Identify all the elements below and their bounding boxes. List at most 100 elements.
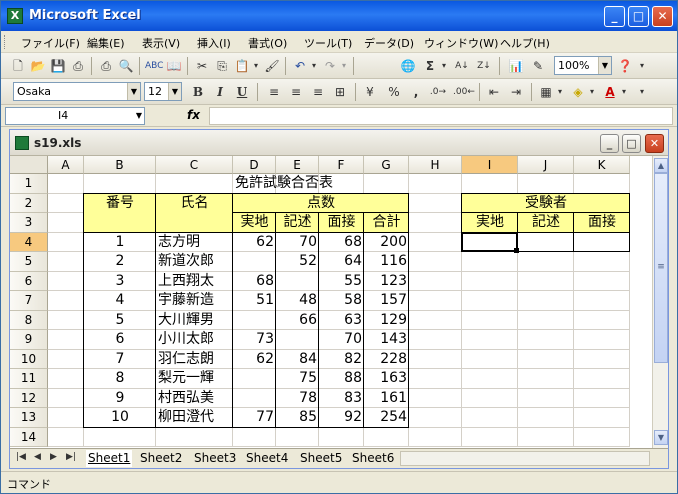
scroll-thumb[interactable]: ≡	[654, 173, 668, 363]
chevron-down-icon[interactable]: ▼	[127, 83, 140, 100]
borders-icon[interactable]: ▦	[537, 83, 555, 101]
excel-app-icon[interactable]: X	[7, 8, 23, 24]
increase-indent-icon[interactable]: ⇥	[507, 83, 525, 101]
row-header-12[interactable]: 12	[10, 388, 48, 408]
menu-format[interactable]: 書式(O)	[248, 35, 287, 51]
new-file-icon[interactable]: 🗋	[9, 57, 27, 75]
font-color-icon[interactable]: A	[601, 83, 619, 101]
menu-grip[interactable]	[4, 35, 7, 49]
tab-sheet5[interactable]: Sheet5	[298, 450, 344, 467]
chart-wizard-icon[interactable]: 📊	[507, 57, 525, 75]
column-header-f[interactable]: F	[319, 156, 364, 174]
scroll-down-icon[interactable]: ▼	[654, 430, 668, 445]
row-header-14[interactable]: 14	[10, 427, 48, 447]
spelling-icon[interactable]: ABC	[145, 57, 163, 75]
currency-icon[interactable]: ¥	[361, 83, 379, 101]
fill-color-icon[interactable]: ◈	[569, 83, 587, 101]
paste-dropdown-icon[interactable]: ▾	[251, 57, 261, 75]
redo-dropdown-icon[interactable]: ▾	[339, 57, 349, 75]
font-size-select[interactable]: 12 ▼	[144, 82, 182, 101]
fill-color-dropdown-icon[interactable]: ▾	[587, 83, 597, 101]
column-header-d[interactable]: D	[233, 156, 276, 174]
workbook-minimize-button[interactable]: _	[600, 134, 619, 153]
zoom-select[interactable]: 100% ▼	[554, 56, 612, 75]
decrease-indent-icon[interactable]: ⇤	[485, 83, 503, 101]
first-sheet-icon[interactable]: |◀	[16, 452, 26, 462]
tab-sheet1[interactable]: Sheet1	[86, 450, 133, 467]
tab-sheet3[interactable]: Sheet3	[192, 450, 238, 467]
menu-view[interactable]: 表示(V)	[142, 35, 180, 51]
menu-data[interactable]: データ(D)	[364, 35, 414, 51]
italic-button[interactable]: I	[211, 83, 229, 101]
undo-icon[interactable]: ↶	[291, 57, 309, 75]
bold-button[interactable]: B	[189, 83, 207, 101]
underline-button[interactable]: U	[233, 83, 251, 101]
active-cell-selection[interactable]	[461, 231, 518, 252]
font-select[interactable]: Osaka ▼	[13, 82, 141, 101]
row-header-8[interactable]: 8	[10, 310, 48, 330]
redo-icon[interactable]: ↷	[321, 57, 339, 75]
row-header-11[interactable]: 11	[10, 369, 48, 389]
font-color-dropdown-icon[interactable]: ▾	[619, 83, 629, 101]
chevron-down-icon[interactable]: ▼	[136, 108, 142, 124]
column-header-e[interactable]: E	[276, 156, 319, 174]
column-header-c[interactable]: C	[156, 156, 233, 174]
row-header-3[interactable]: 3	[10, 213, 48, 233]
borders-dropdown-icon[interactable]: ▾	[555, 83, 565, 101]
column-header-k[interactable]: K	[574, 156, 630, 174]
align-right-icon[interactable]: ≡	[309, 83, 327, 101]
workbook-restore-button[interactable]: □	[622, 134, 641, 153]
tab-sheet2[interactable]: Sheet2	[138, 450, 184, 467]
row-header-2[interactable]: 2	[10, 193, 48, 213]
toolbar-options-icon[interactable]: ▾	[637, 83, 647, 101]
row-header-10[interactable]: 10	[10, 349, 48, 369]
column-header-g[interactable]: G	[364, 156, 409, 174]
save-icon[interactable]: 💾	[49, 57, 67, 75]
maximize-button[interactable]: □	[628, 6, 649, 27]
print-preview-icon[interactable]: 🔍	[117, 57, 135, 75]
align-center-icon[interactable]: ≡	[287, 83, 305, 101]
horizontal-scrollbar[interactable]	[400, 451, 650, 466]
column-header-b[interactable]: B	[84, 156, 156, 174]
menu-window[interactable]: ウィンドウ(W)	[424, 35, 498, 51]
merge-center-icon[interactable]: ⊞	[331, 83, 349, 101]
print-icon[interactable]: ⎙	[97, 57, 115, 75]
decrease-decimal-icon[interactable]: .00←	[453, 83, 475, 101]
chevron-down-icon[interactable]: ▼	[598, 57, 611, 74]
undo-dropdown-icon[interactable]: ▾	[309, 57, 319, 75]
minimize-button[interactable]: _	[604, 6, 625, 27]
next-sheet-icon[interactable]: ▶	[50, 452, 57, 462]
copy-icon[interactable]: ⎘	[213, 57, 231, 75]
vertical-scrollbar[interactable]: ▲ ≡ ▼	[652, 156, 668, 448]
open-folder-icon[interactable]: 📂	[29, 57, 47, 75]
row-header-5[interactable]: 5	[10, 252, 48, 272]
autosum-dropdown-icon[interactable]: ▾	[439, 57, 449, 75]
close-button[interactable]: ✕	[652, 6, 673, 27]
tab-sheet6[interactable]: Sheet6	[350, 450, 396, 467]
column-header-a[interactable]: A	[48, 156, 84, 174]
sort-descending-icon[interactable]: Z↓	[475, 57, 493, 75]
workbook-close-button[interactable]: ✕	[645, 134, 664, 153]
select-all-corner[interactable]	[10, 156, 48, 174]
row-header-13[interactable]: 13	[10, 408, 48, 428]
menu-tools[interactable]: ツール(T)	[304, 35, 352, 51]
drawing-icon[interactable]: ✎	[529, 57, 547, 75]
permission-icon[interactable]: ⎙	[69, 57, 87, 75]
paste-icon[interactable]: 📋	[233, 57, 251, 75]
format-painter-icon[interactable]: 🖌	[263, 57, 281, 75]
workbook-icon[interactable]	[15, 136, 29, 150]
last-sheet-icon[interactable]: ▶|	[66, 452, 76, 462]
column-header-h[interactable]: H	[409, 156, 462, 174]
insert-function-icon[interactable]: fx	[187, 108, 200, 122]
menu-edit[interactable]: 編集(E)	[87, 35, 125, 51]
toolbar-options-icon[interactable]: ▾	[637, 57, 647, 75]
comma-button[interactable]: ,	[407, 83, 425, 101]
menu-insert[interactable]: 挿入(I)	[197, 35, 231, 51]
increase-decimal-icon[interactable]: .0→	[429, 83, 447, 101]
research-icon[interactable]: 📖	[165, 57, 183, 75]
row-header-4[interactable]: 4	[10, 232, 48, 252]
autosum-icon[interactable]: Σ	[421, 57, 439, 75]
row-header-6[interactable]: 6	[10, 271, 48, 291]
hyperlink-icon[interactable]: 🌐	[399, 57, 417, 75]
tab-sheet4[interactable]: Sheet4	[244, 450, 290, 467]
